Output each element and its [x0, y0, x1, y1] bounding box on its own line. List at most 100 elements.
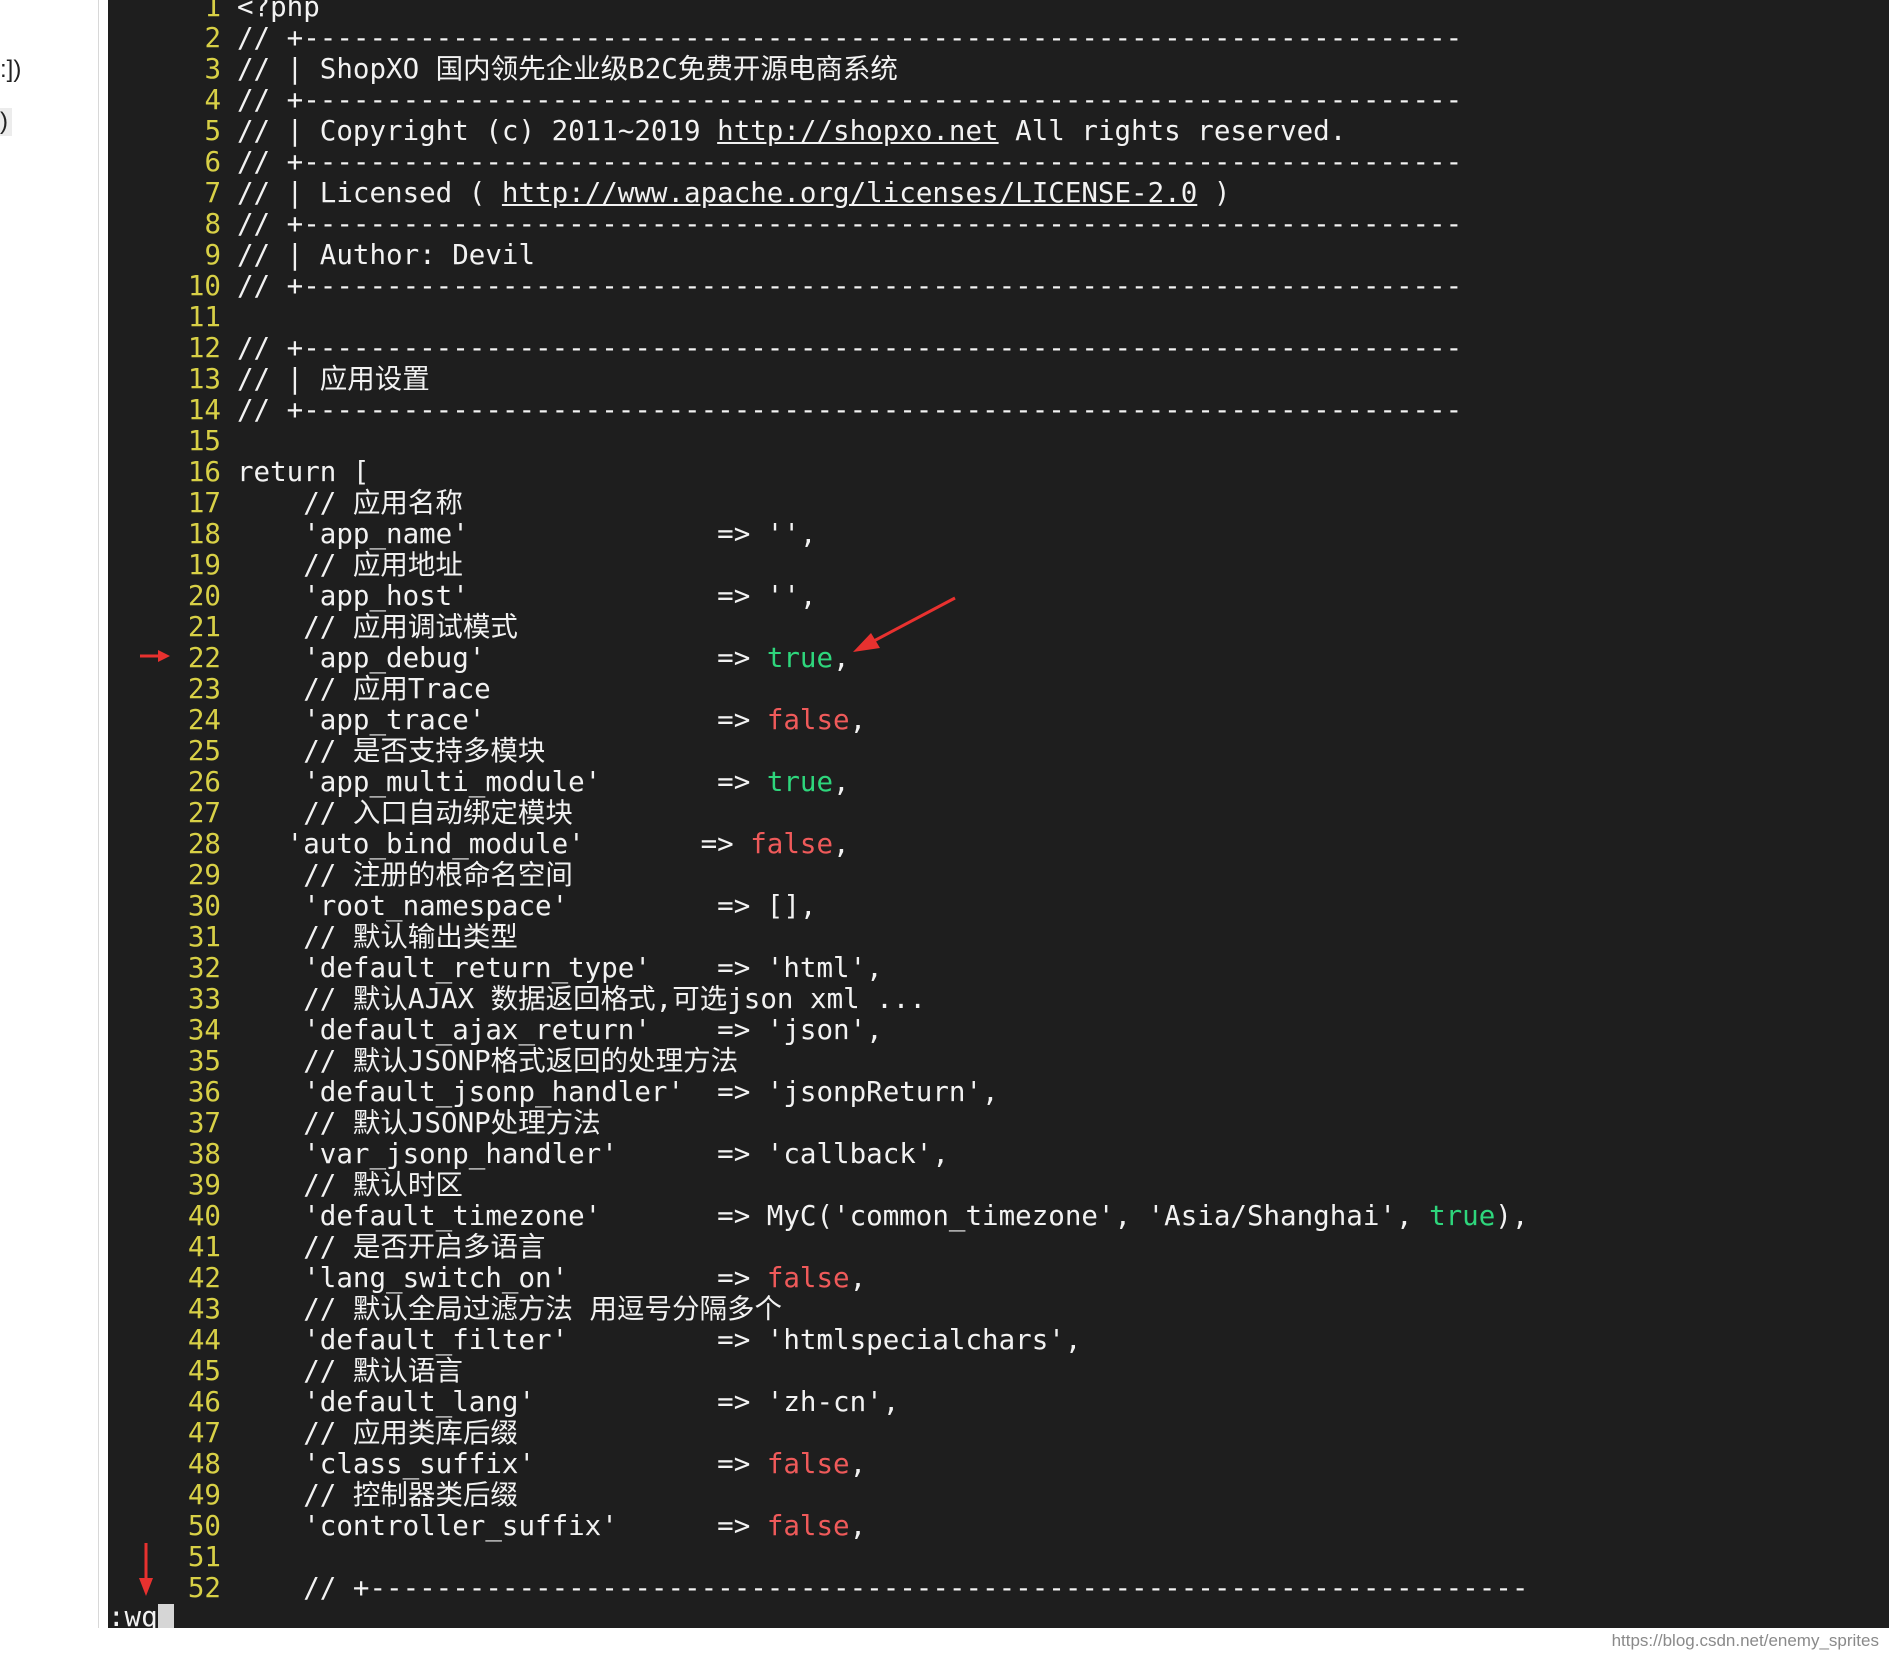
code-text: // 入口自动绑定模块	[237, 797, 573, 829]
line-number: 7	[204, 177, 221, 209]
code-line: 45 // 默认语言	[108, 1356, 1889, 1387]
code-buffer: 1 <?php 2 // +-----------------------------…	[108, 0, 1889, 1604]
code-text: // | Licensed (	[237, 177, 502, 209]
line-number: 24	[187, 704, 221, 736]
code-text: 'root_namespace' => [],	[237, 890, 817, 922]
code-text: // 注册的根命名空间	[237, 859, 573, 891]
line-number: 26	[187, 766, 221, 798]
code-text: // 应用类库后缀	[237, 1417, 518, 1449]
line-number: 50	[187, 1510, 221, 1542]
code-text: <?php	[237, 0, 320, 23]
code-keyword: false	[766, 704, 850, 736]
line-number: 35	[187, 1045, 221, 1077]
code-line: 27 // 入口自动绑定模块	[108, 798, 1889, 829]
code-line: 25 // 是否支持多模块	[108, 736, 1889, 767]
code-text: ,	[849, 704, 867, 736]
line-number: 8	[204, 208, 221, 240]
vim-command-line[interactable]: :wq	[108, 1602, 174, 1628]
code-text: // +------------------------------------…	[237, 1572, 1529, 1604]
line-number: 32	[187, 952, 221, 984]
code-text: // 是否支持多模块	[237, 735, 546, 767]
code-text: 'default_ajax_return' => 'json',	[237, 1014, 883, 1046]
line-number: 22	[187, 642, 221, 674]
code-text: // | 应用设置	[237, 363, 430, 395]
code-line: 10 // +----------------------------------…	[108, 271, 1889, 302]
code-line: 14 // +----------------------------------…	[108, 395, 1889, 426]
page-footer: https://blog.csdn.net/enemy_sprites	[0, 1628, 1889, 1653]
code-line: 37 // 默认JSONP处理方法	[108, 1108, 1889, 1139]
code-link[interactable]: http://shopxo.net	[717, 115, 998, 147]
code-text: 'default_jsonp_handler' => 'jsonpReturn'…	[237, 1076, 999, 1108]
code-line: 39 // 默认时区	[108, 1170, 1889, 1201]
code-link[interactable]: http://www.apache.org/licenses/LICENSE-2…	[502, 177, 1197, 209]
code-text: ,	[833, 828, 850, 860]
code-line: 48 'class_suffix' => false,	[108, 1449, 1889, 1480]
code-line: 22 'app_debug' => true,	[108, 643, 1889, 674]
line-number: 23	[187, 673, 221, 705]
code-text: return [	[237, 456, 370, 488]
line-number: 11	[187, 301, 221, 333]
code-text: // 默认输出类型	[237, 921, 518, 953]
line-number: 46	[187, 1386, 221, 1418]
code-line: 21 // 应用调试模式	[108, 612, 1889, 643]
code-text: All rights reserved.	[998, 115, 1347, 147]
line-number: 31	[187, 921, 221, 953]
code-text: // | Author: Devil	[237, 239, 536, 271]
line-number: 25	[187, 735, 221, 767]
code-text: // 默认全局过滤方法 用逗号分隔多个	[237, 1293, 782, 1325]
line-number: 20	[187, 580, 221, 612]
code-text: // +------------------------------------…	[237, 270, 1463, 302]
code-text: // 应用地址	[237, 549, 463, 581]
line-number: 47	[187, 1417, 221, 1449]
line-number: 36	[187, 1076, 221, 1108]
command-text: :wq	[108, 1601, 158, 1629]
code-text: // +------------------------------------…	[237, 146, 1463, 178]
line-number: 2	[204, 22, 221, 54]
code-text: 'app_trace' =>	[237, 704, 767, 736]
line-number: 3	[204, 53, 221, 85]
code-text: ,	[849, 1262, 867, 1294]
code-line: 34 'default_ajax_return' => 'json',	[108, 1015, 1889, 1046]
code-keyword: false	[766, 1448, 850, 1480]
line-number: 30	[187, 890, 221, 922]
code-line: 1 <?php	[108, 0, 1889, 23]
code-line: 31 // 默认输出类型	[108, 922, 1889, 953]
code-text: // | Copyright (c) 2011~2019	[237, 115, 718, 147]
line-number: 9	[204, 239, 221, 271]
code-line: 33 // 默认AJAX 数据返回格式,可选json xml ...	[108, 984, 1889, 1015]
line-number: 12	[187, 332, 221, 364]
line-number: 13	[187, 363, 221, 395]
line-number: 16	[187, 456, 221, 488]
line-number: 39	[187, 1169, 221, 1201]
line-number: 1	[204, 0, 221, 23]
code-line: 40 'default_timezone' => MyC('common_tim…	[108, 1201, 1889, 1232]
line-number: 6	[204, 146, 221, 178]
code-text: ,	[849, 1510, 867, 1542]
code-text: 'default_return_type' => 'html',	[237, 952, 883, 984]
code-text: // 默认JSONP处理方法	[237, 1107, 601, 1139]
code-line: 16 return [	[108, 457, 1889, 488]
code-text: ,	[833, 642, 850, 674]
line-number: 51	[187, 1541, 221, 1573]
code-line: 3 // | ShopXO 国内领先企业级B2C免费开源电商系统	[108, 54, 1889, 85]
code-text: ,	[833, 766, 850, 798]
code-line: 23 // 应用Trace	[108, 674, 1889, 705]
line-number: 40	[187, 1200, 221, 1232]
code-text: 'app_host' => '',	[237, 580, 817, 612]
line-number: 34	[187, 1014, 221, 1046]
code-text: 'default_timezone' => MyC('common_timezo…	[237, 1200, 1430, 1232]
code-text: 'app_name' => '',	[237, 518, 817, 550]
code-line: 42 'lang_switch_on' => false,	[108, 1263, 1889, 1294]
line-number: 48	[187, 1448, 221, 1480]
code-line: 30 'root_namespace' => [],	[108, 891, 1889, 922]
terminal-vim-editor[interactable]: 1 <?php 2 // +-----------------------------…	[108, 0, 1889, 1628]
code-keyword: false	[766, 1262, 850, 1294]
code-text: // 控制器类后缀	[237, 1479, 518, 1511]
line-number: 28	[187, 828, 221, 860]
code-line: 2 // +-----------------------------------…	[108, 23, 1889, 54]
code-line: 51	[108, 1542, 1889, 1573]
line-number: 29	[187, 859, 221, 891]
code-text: ,	[849, 1448, 867, 1480]
code-text: // 默认语言	[237, 1355, 463, 1387]
code-line: 11	[108, 302, 1889, 333]
